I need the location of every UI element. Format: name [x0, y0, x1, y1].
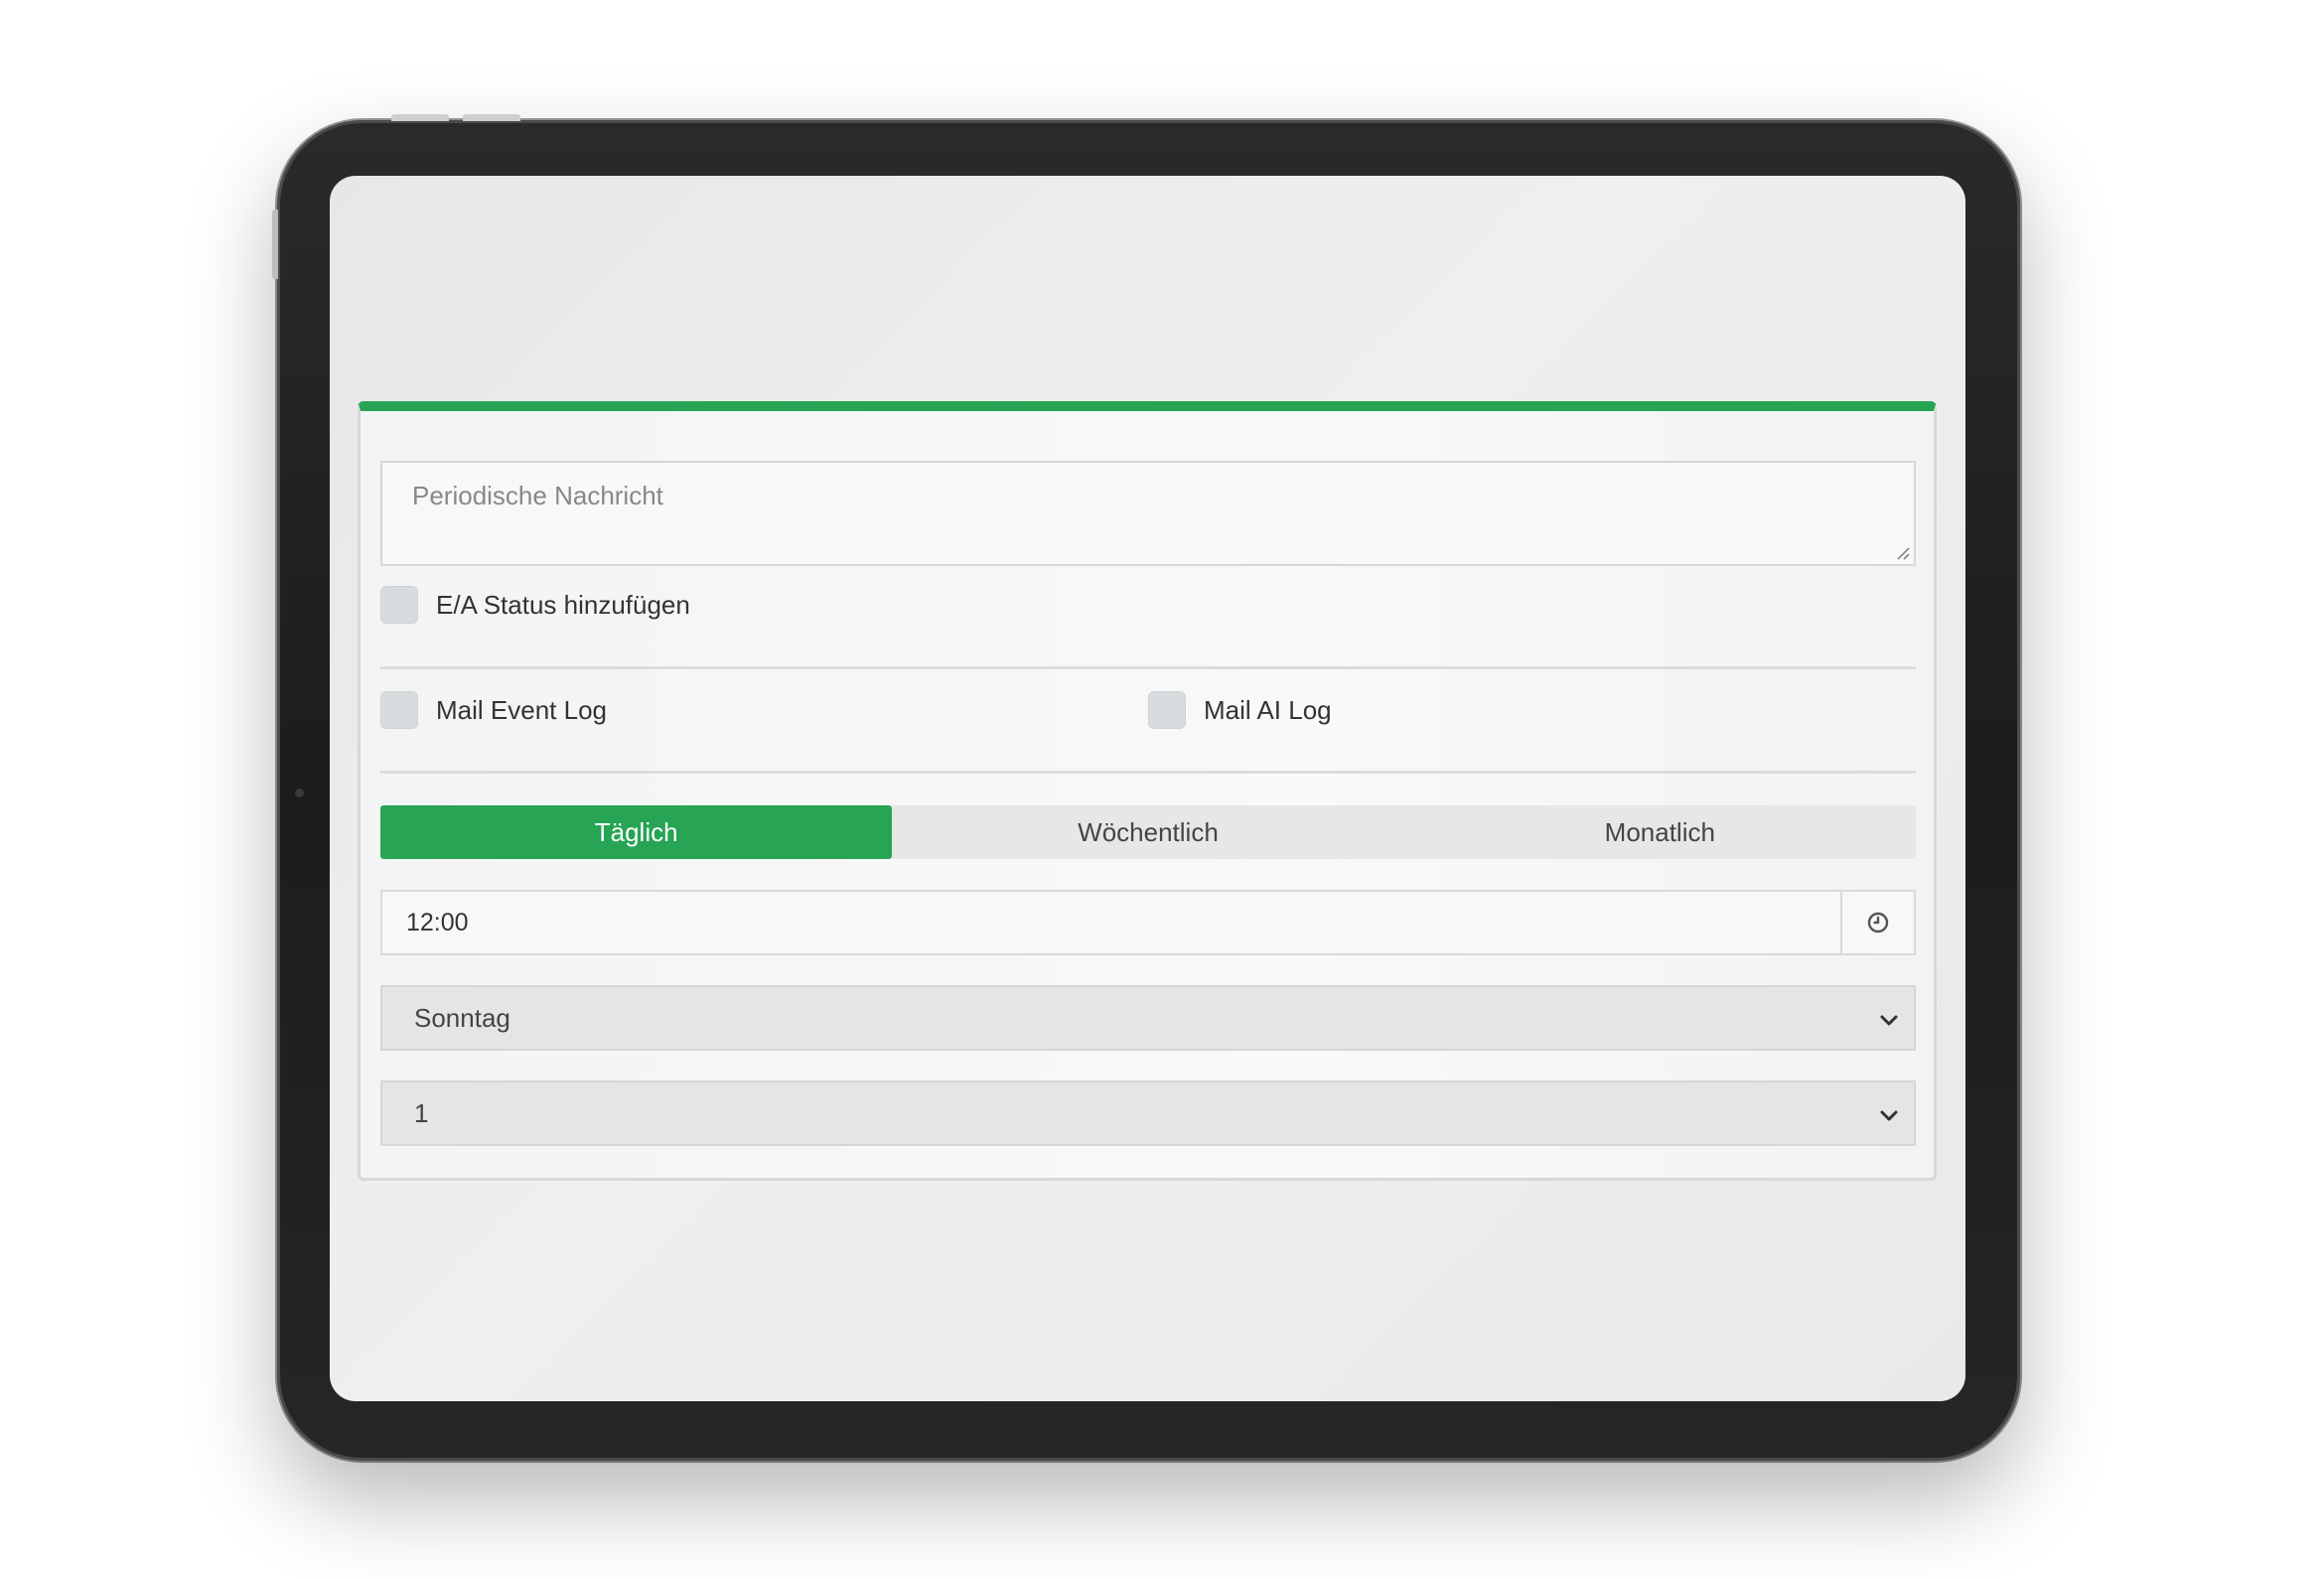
- time-picker: 12:00: [380, 890, 1916, 955]
- day-of-month-select-value: 1: [414, 1097, 429, 1128]
- mail-ai-log-label: Mail AI Log: [1204, 694, 1332, 725]
- divider: [380, 666, 1916, 669]
- camera-dot: [295, 789, 304, 797]
- tablet-top-button: [391, 114, 449, 121]
- chevron-down-icon: [1880, 1110, 1898, 1121]
- time-picker-button[interactable]: [1840, 892, 1914, 953]
- time-input[interactable]: 12:00: [382, 892, 1840, 953]
- tablet-top-button-2: [463, 114, 520, 121]
- mail-ai-log-checkbox[interactable]: [1148, 691, 1186, 729]
- io-status-row: E/A Status hinzufügen: [380, 586, 690, 624]
- weekday-select[interactable]: Sonntag: [380, 985, 1916, 1051]
- mail-ai-log-row: Mail AI Log: [1148, 691, 1332, 729]
- periodic-message-textarea[interactable]: Periodische Nachricht: [380, 461, 1916, 566]
- tab-monthly[interactable]: Monatlich: [1404, 805, 1916, 859]
- io-status-checkbox[interactable]: [380, 586, 418, 624]
- io-status-label: E/A Status hinzufügen: [436, 589, 690, 620]
- chevron-down-icon: [1880, 1015, 1898, 1026]
- tablet-side-button: [272, 210, 278, 279]
- divider: [380, 771, 1916, 774]
- resize-handle-icon[interactable]: [1894, 544, 1910, 560]
- mail-event-log-row: Mail Event Log: [380, 691, 607, 729]
- tablet-screen: Periodische Nachricht E/A Status hinzufü…: [330, 176, 1965, 1401]
- tab-weekly[interactable]: Wöchentlich: [892, 805, 1403, 859]
- message-settings-card: Periodische Nachricht E/A Status hinzufü…: [358, 401, 1937, 1181]
- clock-icon: [1867, 912, 1889, 933]
- periodic-message-placeholder: Periodische Nachricht: [412, 481, 663, 510]
- mail-event-log-label: Mail Event Log: [436, 694, 607, 725]
- tab-daily[interactable]: Täglich: [380, 805, 893, 859]
- schedule-tabs: Täglich Wöchentlich Monatlich: [380, 805, 1916, 859]
- weekday-select-value: Sonntag: [414, 1002, 510, 1033]
- day-of-month-select[interactable]: 1: [380, 1080, 1916, 1146]
- mail-event-log-checkbox[interactable]: [380, 691, 418, 729]
- tablet-frame: Periodische Nachricht E/A Status hinzufü…: [272, 114, 2020, 1461]
